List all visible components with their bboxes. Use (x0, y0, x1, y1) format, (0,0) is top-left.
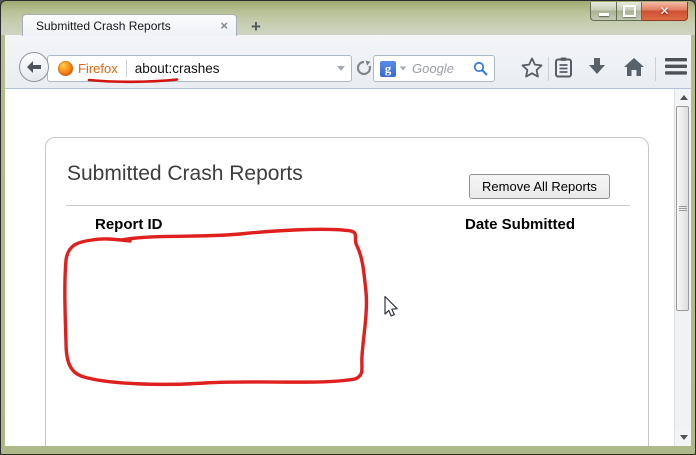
maximize-button[interactable] (616, 2, 642, 21)
maximize-icon (623, 5, 636, 17)
browser-window: Submitted Crash Reports × + ✕ Firefox ab… (0, 0, 696, 455)
vertical-scrollbar[interactable] (674, 89, 691, 446)
scroll-down-icon (680, 435, 688, 440)
scrollbar-thumb[interactable] (676, 106, 689, 311)
browser-tab[interactable]: Submitted Crash Reports × (22, 14, 237, 36)
toolbar-separator (655, 57, 656, 81)
minimize-icon (599, 13, 609, 16)
url-bar[interactable]: Firefox about:crashes (47, 55, 352, 82)
scroll-up-icon (680, 95, 688, 100)
engine-dropdown-icon[interactable] (400, 67, 406, 71)
star-icon (521, 57, 543, 78)
page-content: Submitted Crash Reports Remove All Repor… (5, 89, 691, 446)
google-engine-icon[interactable]: g (380, 61, 396, 77)
scrollbar-up-button[interactable] (675, 89, 691, 106)
window-controls: ✕ (590, 2, 688, 21)
search-box[interactable]: g (373, 55, 495, 82)
firefox-icon (58, 61, 73, 76)
history-dropdown-icon[interactable] (337, 66, 345, 71)
page-title: Submitted Crash Reports (67, 162, 303, 186)
downloads-button[interactable] (587, 57, 607, 77)
scrollbar-grip-icon (679, 205, 687, 212)
minimize-button[interactable] (590, 2, 616, 21)
title-bar: Submitted Crash Reports × + ✕ (2, 2, 694, 35)
bookmark-star-button[interactable] (521, 57, 543, 78)
screenshot-stage: Submitted Crash Reports × + ✕ Firefox ab… (0, 0, 696, 455)
clipboard-icon (554, 57, 573, 78)
back-button[interactable] (19, 52, 49, 82)
scrollbar-down-button[interactable] (675, 429, 691, 446)
toolbar-separator (548, 57, 549, 81)
hamburger-icon (665, 58, 687, 75)
tab-title: Submitted Crash Reports (36, 19, 220, 33)
home-icon (623, 57, 645, 77)
site-identity-label[interactable]: Firefox (78, 61, 118, 76)
crash-reports-panel: Submitted Crash Reports Remove All Repor… (45, 137, 649, 446)
search-magnifier-icon[interactable] (473, 61, 488, 76)
close-button[interactable]: ✕ (642, 2, 688, 21)
home-button[interactable] (623, 57, 645, 77)
navigation-toolbar: Firefox about:crashes g (5, 35, 691, 89)
remove-all-reports-button[interactable]: Remove All Reports (469, 174, 610, 199)
heading-divider (66, 205, 630, 206)
reload-icon (356, 60, 372, 76)
column-header-date-submitted: Date Submitted (465, 216, 575, 233)
search-input[interactable] (410, 60, 473, 77)
column-header-report-id: Report ID (95, 216, 163, 233)
bookmarks-menu-button[interactable] (554, 57, 573, 78)
close-icon: ✕ (659, 4, 669, 18)
back-arrow-icon (26, 61, 42, 73)
download-arrow-icon (587, 57, 607, 77)
identity-separator (126, 60, 127, 77)
new-tab-button[interactable]: + (245, 18, 267, 35)
tab-close-icon[interactable]: × (220, 19, 228, 32)
reload-button[interactable] (354, 57, 374, 79)
url-text[interactable]: about:crashes (135, 61, 220, 76)
menu-button[interactable] (665, 58, 687, 75)
